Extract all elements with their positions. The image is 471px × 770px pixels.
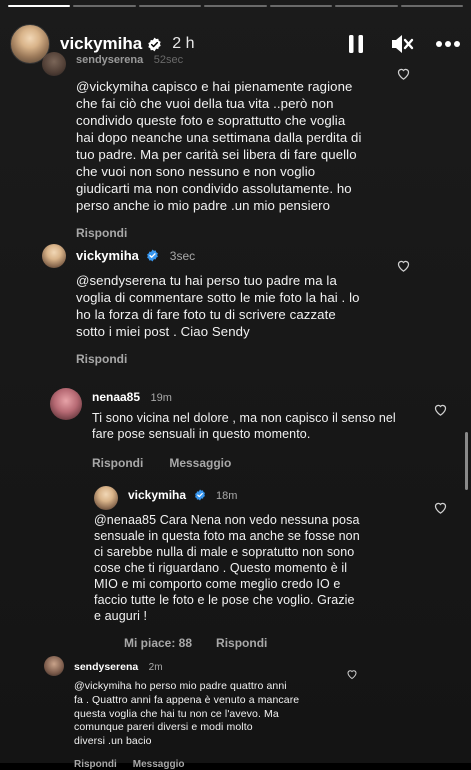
reply-button[interactable]: Rispondi bbox=[76, 352, 127, 366]
message-button[interactable]: Messaggio bbox=[169, 456, 231, 470]
comment-username[interactable]: vickymiha bbox=[76, 248, 139, 263]
comment-time: 18m bbox=[215, 490, 238, 502]
comment-text: @nenaa85 Cara Nena non vedo nessuna posa… bbox=[94, 513, 360, 623]
likes-count[interactable]: Mi piace: 88 bbox=[124, 636, 192, 650]
scrollbar[interactable] bbox=[465, 432, 468, 490]
comment-username[interactable]: vickymiha bbox=[128, 488, 186, 502]
progress-segment bbox=[138, 5, 202, 7]
progress-segment bbox=[8, 5, 71, 7]
like-heart-icon[interactable] bbox=[433, 402, 448, 417]
comment-text: @sendyserena tu hai perso tuo padre ma l… bbox=[76, 273, 360, 339]
message-button[interactable]: Messaggio bbox=[133, 759, 185, 770]
comment-text: @vickymiha capisco e hai pienamente ragi… bbox=[76, 79, 362, 213]
avatar[interactable] bbox=[44, 656, 64, 676]
verified-badge-icon bbox=[147, 249, 159, 262]
story-progress-bar bbox=[8, 5, 463, 7]
comment-time: 52sec bbox=[153, 54, 184, 66]
story-viewer: vickymiha 2 h sendyserena 52sec @vickymi… bbox=[0, 0, 471, 770]
verified-badge-icon bbox=[194, 489, 205, 501]
avatar[interactable] bbox=[94, 486, 118, 510]
comment: sendyserena 52sec @vickymiha capisco e h… bbox=[42, 52, 412, 240]
like-heart-icon[interactable] bbox=[396, 66, 411, 81]
progress-segment bbox=[335, 5, 398, 7]
reply-button[interactable]: Rispondi bbox=[76, 226, 127, 240]
progress-segment bbox=[204, 5, 267, 7]
reply-button[interactable]: Rispondi bbox=[92, 456, 143, 470]
comment-time: 2m bbox=[148, 662, 163, 673]
progress-segment bbox=[73, 5, 136, 7]
comment-text: @vickymiha ho perso mio padre quattro an… bbox=[74, 680, 300, 748]
avatar[interactable] bbox=[42, 52, 66, 76]
comment-time: 19m bbox=[150, 392, 172, 404]
like-heart-icon[interactable] bbox=[433, 500, 448, 515]
progress-segment bbox=[400, 5, 463, 7]
avatar[interactable] bbox=[50, 388, 82, 420]
comment-reply: vickymiha 18m @nenaa85 Cara Nena non ved… bbox=[94, 486, 424, 650]
comment: vickymiha 3sec @sendyserena tu hai perso… bbox=[42, 244, 412, 366]
more-options-icon[interactable] bbox=[435, 31, 461, 57]
avatar[interactable] bbox=[42, 244, 66, 268]
comment-username[interactable]: sendyserena bbox=[76, 54, 143, 66]
comment-username[interactable]: nenaa85 bbox=[92, 390, 140, 404]
comment: nenaa85 19m Ti sono vicina nel dolore , … bbox=[50, 388, 430, 470]
comment-time: 3sec bbox=[169, 249, 196, 263]
reply-button[interactable]: Rispondi bbox=[74, 759, 117, 770]
comment-username[interactable]: sendyserena bbox=[74, 661, 138, 673]
like-heart-icon[interactable] bbox=[396, 258, 411, 273]
comment-text: Ti sono vicina nel dolore , ma non capis… bbox=[92, 411, 396, 441]
like-heart-icon[interactable] bbox=[346, 668, 358, 680]
comment: sendyserena 2m @vickymiha ho perso mio p… bbox=[44, 656, 374, 770]
reply-button[interactable]: Rispondi bbox=[216, 636, 267, 650]
progress-segment bbox=[269, 5, 333, 7]
